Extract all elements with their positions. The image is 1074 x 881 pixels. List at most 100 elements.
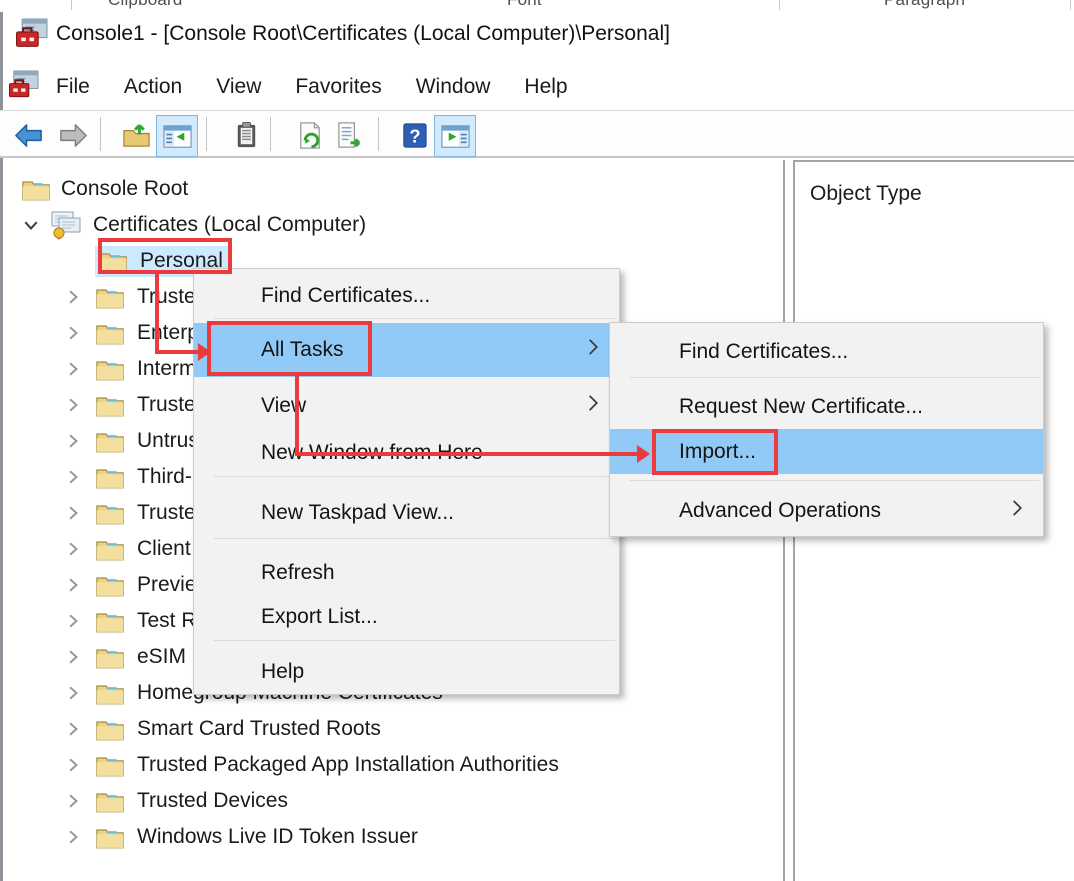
title-bar: Console1 - [Console Root\Certificates (L…: [0, 16, 1074, 56]
tree-item-label: Truste: [137, 393, 196, 417]
up-one-level-button[interactable]: [116, 115, 156, 155]
annotation-arrow-line: [155, 350, 199, 354]
show-console-tree-toggle[interactable]: [156, 115, 198, 157]
folder-icon: [21, 177, 51, 202]
show-action-pane-toggle[interactable]: [434, 115, 476, 157]
folder-icon: [95, 753, 125, 778]
mmc-toolbox-icon: [15, 18, 48, 50]
folder-icon: [95, 609, 125, 634]
certificates-snapin-icon: [49, 210, 83, 240]
action-pane-icon: [440, 121, 471, 152]
menu-separator: [214, 318, 615, 319]
chevron-right-icon[interactable]: [63, 575, 83, 595]
chevron-right-icon[interactable]: [63, 539, 83, 559]
tree-item[interactable]: Windows Live ID Token Issuer: [3, 819, 783, 855]
chevron-right-icon[interactable]: [63, 647, 83, 667]
menu-help[interactable]: Help: [524, 75, 567, 99]
toolbar-separator: [100, 117, 101, 151]
tree-item-label: Console Root: [61, 177, 188, 201]
chevron-down-icon[interactable]: [21, 215, 41, 235]
ribbon-divider: [71, 0, 72, 10]
tree-item-label: Previe: [137, 573, 197, 597]
tree-item-label: Third-: [137, 465, 192, 489]
export-list-icon: [335, 120, 366, 151]
menu-item-export-list[interactable]: Export List...: [194, 595, 619, 639]
refresh-icon: [295, 120, 326, 151]
svg-text:?: ?: [409, 125, 420, 146]
chevron-right-icon[interactable]: [63, 359, 83, 379]
folder-icon: [95, 717, 125, 742]
menu-favorites[interactable]: Favorites: [295, 75, 381, 99]
forward-icon: [58, 120, 89, 151]
annotation-box-all-tasks: [207, 321, 372, 376]
back-button[interactable]: [8, 115, 48, 155]
tree-item-label: Trusted Packaged App Installation Author…: [137, 753, 559, 777]
folder-icon: [95, 465, 125, 490]
folder-icon: [95, 537, 125, 562]
chevron-right-icon[interactable]: [63, 683, 83, 703]
menu-separator: [214, 476, 615, 477]
tree-item-label: Enterp: [137, 321, 199, 345]
chevron-right-icon[interactable]: [63, 755, 83, 775]
folder-up-icon: [121, 120, 152, 151]
submenu-chevron-icon: [1012, 499, 1023, 523]
submenu-item-find-certificates[interactable]: Find Certificates...: [610, 329, 1043, 375]
submenu-item-advanced-operations[interactable]: Advanced Operations: [610, 489, 1043, 533]
menu-item-refresh[interactable]: Refresh: [194, 551, 619, 595]
menu-item-new-taskpad-view[interactable]: New Taskpad View...: [194, 488, 619, 538]
folder-icon: [95, 393, 125, 418]
menu-item-view[interactable]: View: [194, 383, 619, 428]
help-icon: ?: [399, 120, 430, 151]
menu-item-find-certificates[interactable]: Find Certificates...: [194, 273, 619, 318]
annotation-arrow-line: [295, 452, 639, 456]
annotation-arrowhead: [637, 445, 650, 463]
ribbon-group-font-label: Font: [507, 0, 542, 10]
folder-icon: [95, 429, 125, 454]
annotation-box-personal: [98, 238, 232, 274]
menu-file[interactable]: File: [56, 75, 90, 99]
chevron-right-icon[interactable]: [63, 503, 83, 523]
refresh-button[interactable]: [290, 115, 330, 155]
tree-item-console-root[interactable]: Console Root: [3, 171, 783, 207]
paste-button[interactable]: [226, 115, 266, 155]
folder-icon: [95, 285, 125, 310]
tree-item-label: Test R: [137, 609, 197, 633]
chevron-right-icon[interactable]: [63, 827, 83, 847]
tree-item-label: Truste: [137, 501, 196, 525]
menu-window[interactable]: Window: [416, 75, 491, 99]
tree-item-label: Trusted Devices: [137, 789, 288, 813]
chevron-right-icon[interactable]: [63, 323, 83, 343]
background-ribbon-sliver: Clipboard Font Paragraph: [0, 0, 1074, 10]
ribbon-group-paragraph-label: Paragraph: [884, 0, 965, 10]
tree-item[interactable]: Trusted Devices: [3, 783, 783, 819]
menu-separator: [214, 538, 615, 539]
tree-item[interactable]: Smart Card Trusted Roots: [3, 711, 783, 747]
tree-item[interactable]: Trusted Packaged App Installation Author…: [3, 747, 783, 783]
help-button[interactable]: ?: [394, 115, 434, 155]
mmc-window-icon[interactable]: [8, 70, 39, 103]
tree-item-label: Certificates (Local Computer): [93, 213, 366, 237]
chevron-right-icon[interactable]: [63, 467, 83, 487]
chevron-right-icon[interactable]: [63, 611, 83, 631]
chevron-right-icon[interactable]: [63, 395, 83, 415]
forward-button[interactable]: [53, 115, 93, 155]
submenu-item-request-new-certificate[interactable]: Request New Certificate...: [610, 385, 1043, 429]
folder-icon: [95, 321, 125, 346]
folder-icon: [95, 573, 125, 598]
export-list-button[interactable]: [330, 115, 370, 155]
menu-item-help[interactable]: Help: [194, 651, 619, 693]
menu-action[interactable]: Action: [124, 75, 182, 99]
chevron-right-icon[interactable]: [63, 791, 83, 811]
chevron-right-icon[interactable]: [63, 287, 83, 307]
tree-item-label: Client: [137, 537, 191, 561]
menu-separator: [630, 480, 1039, 481]
folder-icon: [95, 789, 125, 814]
toolbar: ?: [0, 110, 1074, 158]
folder-icon: [95, 645, 125, 670]
submenu-chevron-icon: [588, 394, 599, 418]
chevron-right-icon[interactable]: [63, 431, 83, 451]
menu-separator: [214, 640, 615, 641]
ribbon-divider: [779, 0, 780, 10]
chevron-right-icon[interactable]: [63, 719, 83, 739]
menu-view[interactable]: View: [216, 75, 261, 99]
